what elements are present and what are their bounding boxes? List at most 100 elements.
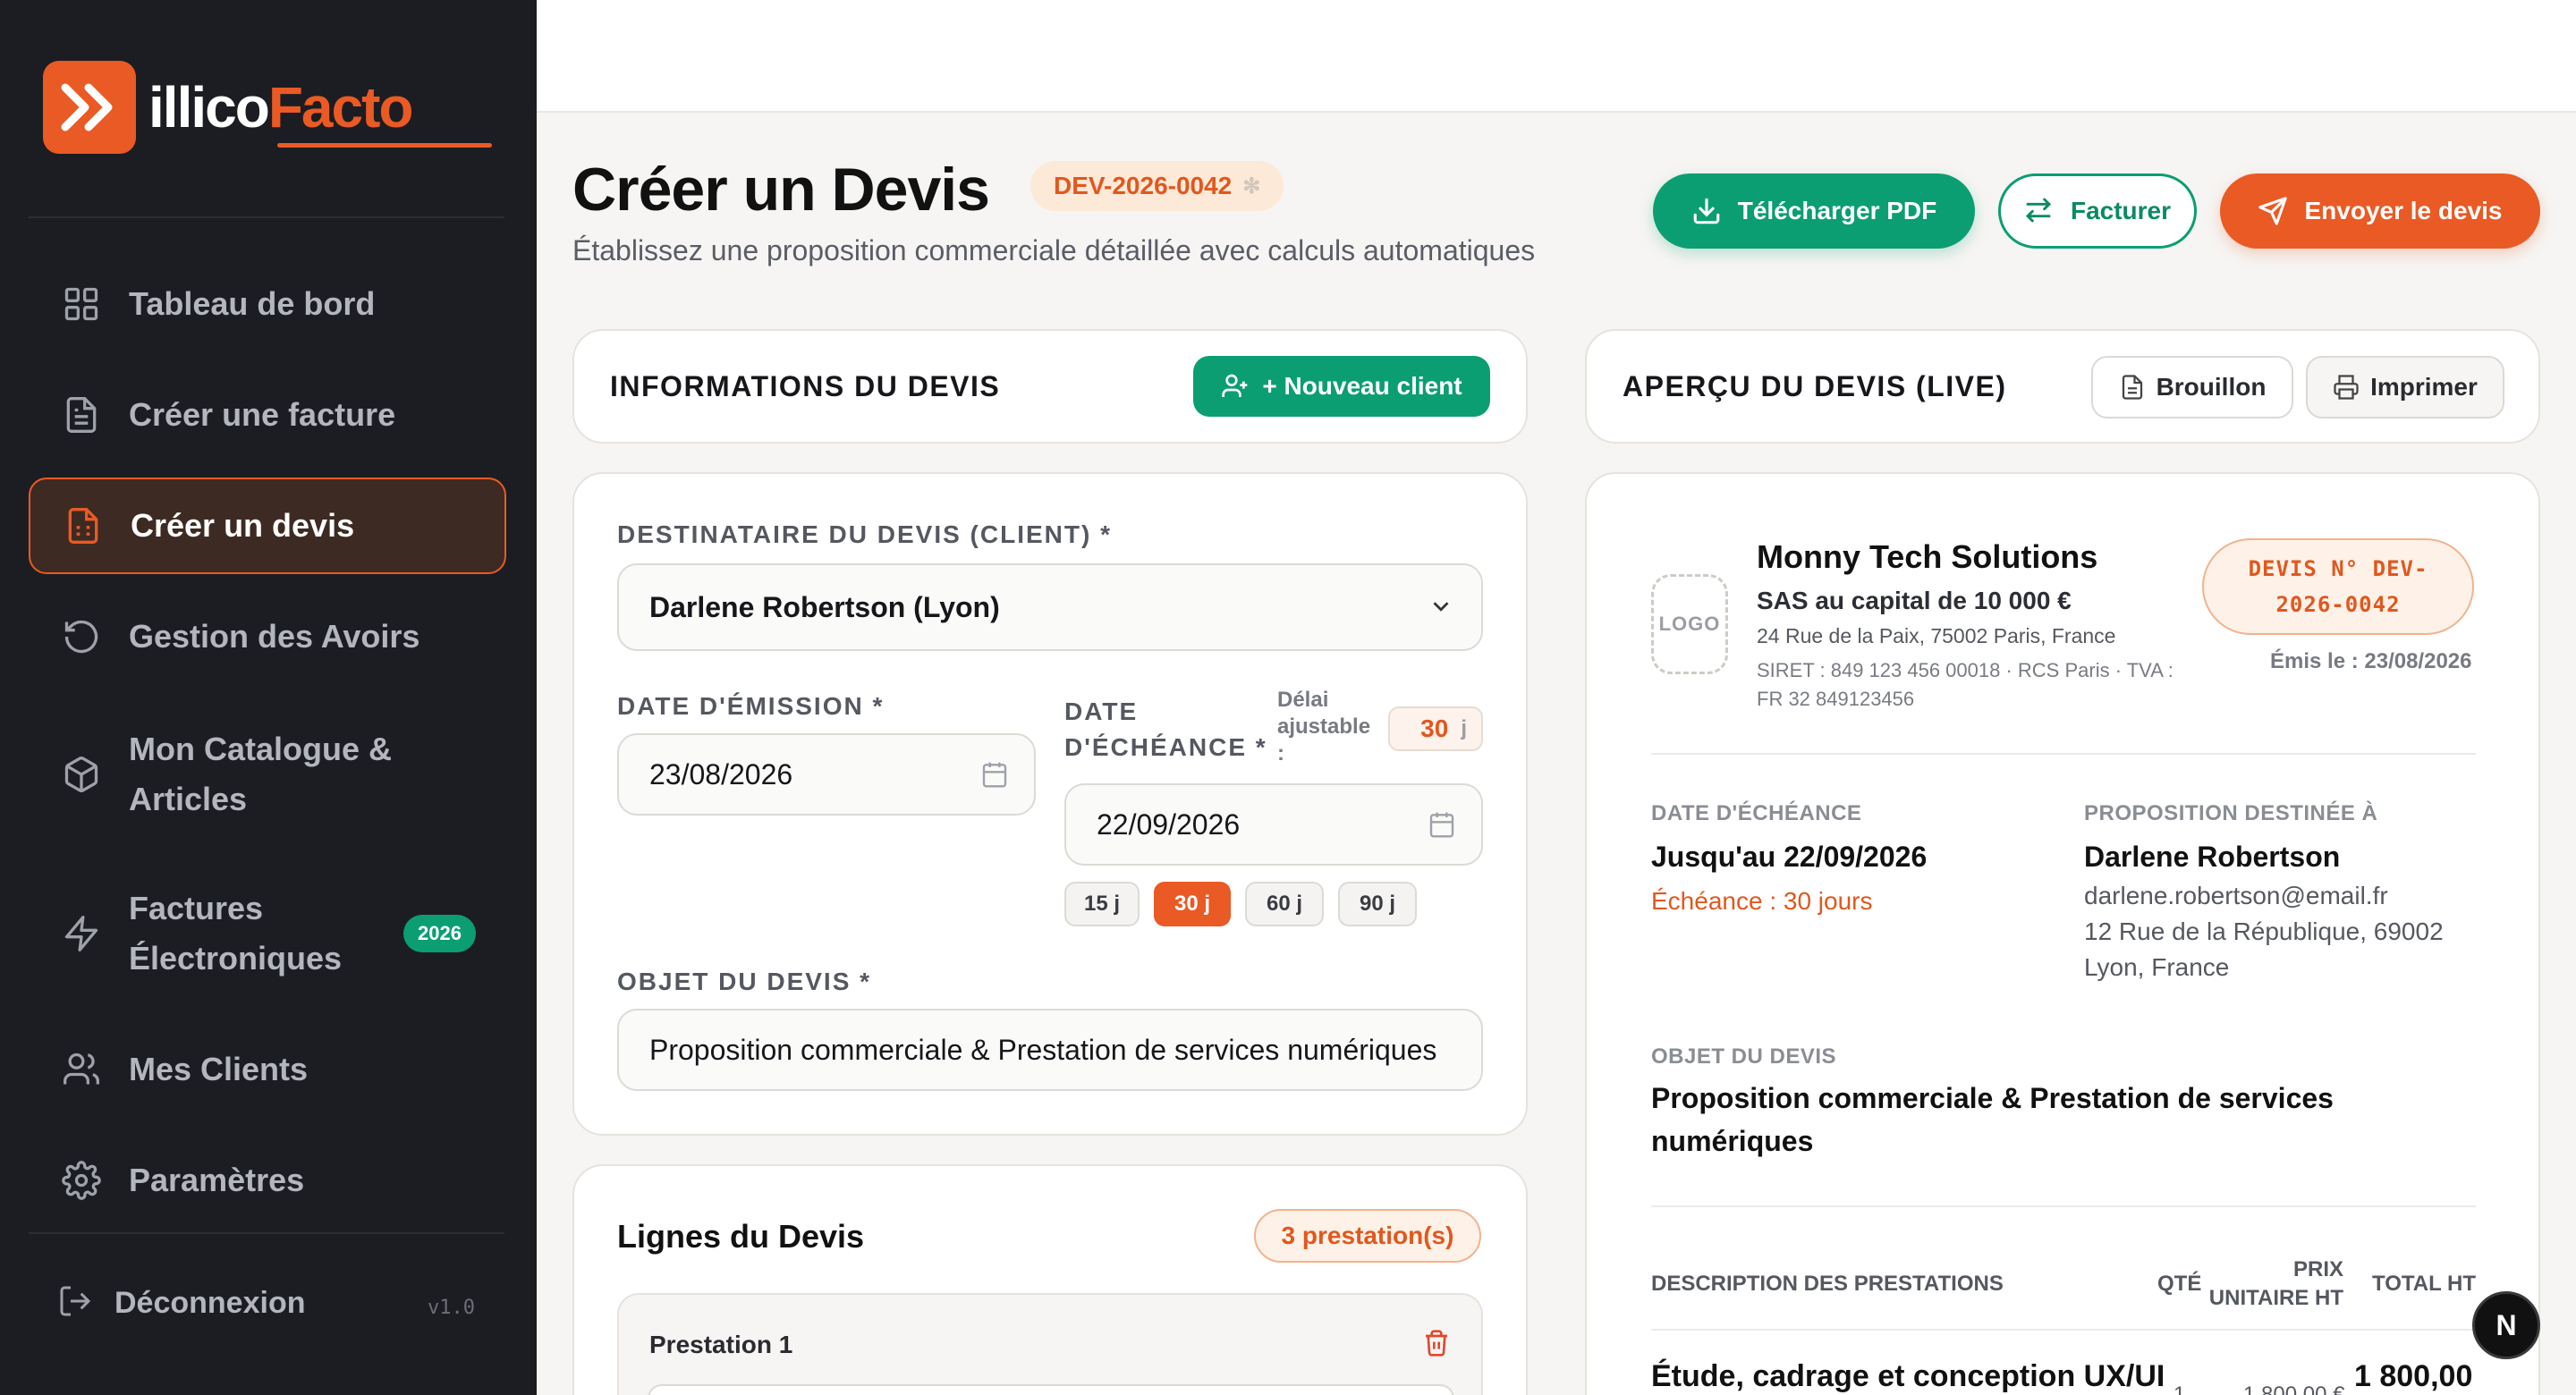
arrows-swap-icon	[2024, 196, 2055, 226]
sidebar-item-label: Paramètres	[129, 1162, 305, 1198]
client-select[interactable]: Darlene Robertson (Lyon)	[617, 563, 1483, 651]
printer-icon	[2333, 374, 2360, 401]
line-item-description-input[interactable]	[648, 1384, 1454, 1395]
col-unit-price-header: PRIX UNITAIRE HT	[2208, 1257, 2343, 1310]
download-pdf-button[interactable]: Télécharger PDF	[1653, 173, 1975, 249]
col-qty-header: QTÉ	[2157, 1272, 2202, 1296]
chevron-down-icon	[1428, 593, 1456, 621]
sidebar-item-tableau-de-bord[interactable]: Tableau de bord	[29, 256, 506, 352]
invoice-label: Facturer	[2070, 197, 2172, 224]
sidebar-item-factures-electroniques[interactable]: Factures Électroniques 2026	[29, 884, 506, 984]
sidebar-item-label: Créer un devis	[131, 507, 355, 544]
calendar-icon	[1428, 810, 1456, 839]
dev-tools-button[interactable]: N	[2472, 1291, 2540, 1359]
recipient-name: Darlene Robertson	[2084, 841, 2341, 873]
new-client-button[interactable]: + Nouveau client	[1193, 356, 1490, 417]
quote-info-title: INFORMATIONS DU DEVIS	[610, 370, 1001, 402]
delay-days-input[interactable]: 30 j	[1388, 706, 1483, 751]
logout-label: Déconnexion	[114, 1285, 306, 1320]
print-label: Imprimer	[2370, 373, 2478, 401]
grid-icon	[61, 283, 102, 325]
brand-logo[interactable]: illicoFacto	[43, 61, 413, 154]
due-date-input[interactable]: 22/09/2026	[1064, 783, 1483, 866]
sidebar-item-gestion-avoirs[interactable]: Gestion des Avoirs	[29, 588, 506, 685]
sidebar: illicoFacto Tableau de bord Créer une fa…	[0, 0, 537, 1395]
sidebar-item-creer-devis[interactable]: Créer un devis	[29, 478, 506, 574]
emission-date-label: DATE D'ÉMISSION *	[617, 692, 885, 720]
users-icon	[61, 1049, 102, 1090]
recipient-email: darlene.robertson@email.fr	[2084, 882, 2388, 909]
line-1-unit-price: 1 800,00 €	[2243, 1382, 2345, 1395]
lines-count-badge: 3 prestation(s)	[1254, 1209, 1481, 1263]
brand-underline	[277, 143, 492, 148]
delay-chip-30[interactable]: 30 j	[1154, 882, 1231, 926]
sidebar-item-creer-facture[interactable]: Créer une facture	[29, 367, 506, 463]
preview-divider	[1651, 753, 2476, 755]
draft-label: Brouillon	[2156, 373, 2267, 401]
company-logo-placeholder: LOGO	[1651, 574, 1728, 674]
subject-heading: OBJET DU DEVIS	[1651, 1044, 1837, 1069]
due-date-value: 22/09/2026	[1097, 807, 1241, 841]
company-siret: SIRET : 849 123 456 00018 · RCS Paris · …	[1757, 659, 2174, 710]
line-item-card: Prestation 1	[617, 1293, 1483, 1395]
sidebar-item-mes-clients[interactable]: Mes Clients	[29, 1021, 506, 1118]
send-icon	[2258, 196, 2288, 226]
delay-chip-90[interactable]: 90 j	[1338, 882, 1417, 926]
delay-days-value: 30	[1420, 714, 1449, 742]
page-subtitle: Établissez une proposition commerciale d…	[572, 234, 1536, 266]
issue-date: Émis le : 23/08/2026	[2270, 649, 2472, 673]
quote-number-badge: DEVIS N° DEV-2026-0042	[2202, 538, 2474, 635]
brand-name: illicoFacto	[148, 79, 413, 136]
col-total-header: TOTAL HT	[2372, 1272, 2476, 1296]
emission-date-value: 23/08/2026	[649, 757, 793, 790]
adjustable-delay-label: Délai ajustable :	[1277, 688, 1371, 765]
rotate-ccw-icon	[61, 616, 102, 657]
due-term-note: Échéance : 30 jours	[1651, 887, 1873, 915]
table-header-divider	[1651, 1329, 2476, 1331]
company-name: Monny Tech Solutions	[1757, 538, 2098, 575]
client-field-label: DESTINATAIRE DU DEVIS (CLIENT) *	[617, 520, 1112, 548]
settings-icon	[61, 1160, 102, 1201]
subject-input[interactable]: Proposition commerciale & Prestation de …	[617, 1009, 1483, 1091]
recipient-heading: PROPOSITION DESTINÉE À	[2084, 801, 2378, 825]
brand-name-part1: illico	[148, 75, 270, 140]
log-out-icon	[57, 1283, 97, 1323]
app-version: v1.0	[428, 1297, 475, 1319]
sidebar-item-label: Mon Catalogue & Articles	[129, 731, 392, 817]
new-client-label: + Nouveau client	[1262, 372, 1462, 400]
file-text-icon	[61, 394, 102, 435]
line-1-total: 1 800,00	[2354, 1359, 2473, 1393]
emission-date-input[interactable]: 23/08/2026	[617, 733, 1036, 816]
package-icon	[61, 754, 102, 795]
company-capital: SAS au capital de 10 000 €	[1757, 587, 2072, 614]
delay-chip-15[interactable]: 15 j	[1064, 882, 1140, 926]
delay-days-unit: j	[1461, 716, 1467, 740]
brand-name-part2: Facto	[267, 75, 414, 140]
sidebar-item-label: Gestion des Avoirs	[129, 618, 420, 655]
quote-lines-title: Lignes du Devis	[617, 1218, 865, 1255]
trash-icon[interactable]	[1422, 1329, 1453, 1359]
quote-reference: DEV-2026-0042	[1054, 172, 1233, 199]
logo-chevrons-icon	[43, 61, 136, 154]
calendar-icon	[980, 760, 1009, 789]
sidebar-item-catalogue[interactable]: Mon Catalogue & Articles	[29, 724, 506, 824]
invoice-button[interactable]: Facturer	[1998, 173, 2197, 249]
recipient-address: 12 Rue de la République, 69002 Lyon, Fra…	[2084, 917, 2444, 981]
sidebar-item-parametres[interactable]: Paramètres	[29, 1132, 506, 1229]
send-quote-button[interactable]: Envoyer le devis	[2220, 173, 2540, 249]
zap-icon	[61, 913, 102, 954]
quote-number: DEVIS N° DEV-2026-0042	[2248, 556, 2428, 617]
sparkle-icon: ✻	[1242, 173, 1261, 199]
sidebar-item-label: Tableau de bord	[129, 285, 376, 322]
file-icon	[2119, 374, 2146, 401]
draft-button[interactable]: Brouillon	[2091, 356, 2293, 418]
due-date-label: DATE D'ÉCHÉANCE *	[1064, 698, 1267, 761]
sidebar-item-label: Factures Électroniques	[129, 890, 343, 976]
sidebar-divider	[29, 216, 504, 218]
line-1-description: Étude, cadrage et conception UX/UI	[1651, 1359, 2165, 1393]
print-button[interactable]: Imprimer	[2306, 356, 2504, 418]
delay-chip-60[interactable]: 60 j	[1245, 882, 1324, 926]
preview-divider	[1651, 1205, 2476, 1207]
sidebar-divider	[29, 1232, 504, 1234]
logout-button[interactable]: Déconnexion	[57, 1283, 305, 1323]
